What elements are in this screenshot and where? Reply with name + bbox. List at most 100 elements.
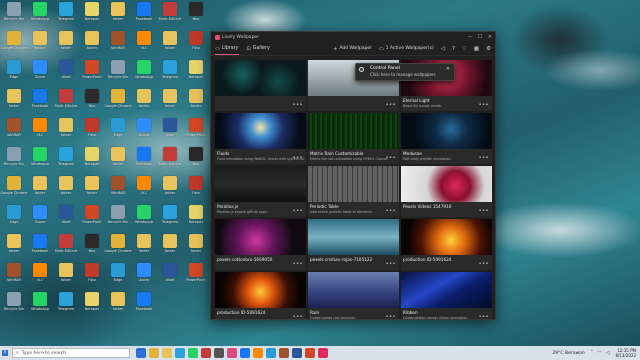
taskbar-app-icon[interactable]	[149, 348, 159, 358]
tray-chevron-icon[interactable]: ˄	[591, 350, 594, 356]
desktop-icon[interactable]: Zoom	[130, 263, 158, 293]
more-options-icon[interactable]: •••	[479, 155, 489, 161]
desktop-icon[interactable]: Google Chrome	[0, 176, 28, 206]
desktop-icon[interactable]: WhatsApp	[130, 60, 158, 90]
desktop-icon[interactable]: folder	[104, 292, 132, 322]
more-options-icon[interactable]: •••	[386, 155, 396, 161]
taskbar-app-icon[interactable]	[253, 348, 263, 358]
desktop-icon[interactable]: WhatsApp	[130, 205, 158, 235]
maximize-button[interactable]: ☐	[475, 34, 485, 40]
desktop-icon[interactable]: Zoom	[26, 205, 54, 235]
wallpaper-tile[interactable]: Matrix Rain Customizable Matrix like rain…	[308, 113, 399, 164]
wallpaper-tile[interactable]: Pexels Videos 1547910 •••	[401, 166, 492, 217]
desktop-icon[interactable]: Facebook	[26, 89, 54, 119]
desktop-icon[interactable]: Notepad	[182, 205, 210, 235]
wallpaper-tile[interactable]: Ribbon Customizable canvas ribbon animati…	[401, 272, 492, 319]
heart-icon[interactable]: ♡	[462, 46, 467, 52]
active-wallpapers-button[interactable]: ▭ 1 Active Wallpaper(s)	[379, 46, 434, 52]
desktop-icon[interactable]: Notepad	[78, 2, 106, 32]
toast-close-icon[interactable]: ✕	[446, 66, 450, 72]
desktop-icon[interactable]: WhatsApp	[26, 292, 54, 322]
desktop-icon[interactable]: Edge	[104, 118, 132, 148]
desktop-icon[interactable]: Telegram	[156, 60, 184, 90]
desktop-icon[interactable]: WinRAR	[104, 176, 132, 206]
desktop-icon[interactable]: Google Chrome	[104, 234, 132, 264]
desktop-icon[interactable]: folder	[26, 176, 54, 206]
tab-library[interactable]: ▭ Library	[215, 42, 239, 56]
desktop-icon[interactable]: Google Chrome	[104, 89, 132, 119]
desktop-icon[interactable]: Google Chrome	[0, 31, 28, 61]
desktop-icon[interactable]: folder	[156, 89, 184, 119]
desktop-icon[interactable]: Edge	[0, 60, 28, 90]
desktop-icon[interactable]: Recycle Bin	[0, 292, 28, 322]
taskbar-app-icon[interactable]	[240, 348, 250, 358]
desktop-icon[interactable]: WhatsApp	[26, 147, 54, 177]
desktop-icon[interactable]: Edge	[104, 263, 132, 293]
desktop-icon[interactable]: Facebook	[26, 234, 54, 264]
desktop-icon[interactable]: folder	[52, 118, 80, 148]
more-options-icon[interactable]: •••	[293, 261, 303, 267]
volume-icon[interactable]: ◁	[441, 46, 445, 52]
desktop-icon[interactable]: Zoom	[26, 60, 54, 90]
window-titlebar[interactable]: Lively Wallpaper — ☐ ✕	[211, 32, 495, 42]
taskbar-app-icon[interactable]	[305, 348, 315, 358]
desktop-icon[interactable]: Foto	[78, 263, 106, 293]
wallpaper-tile[interactable]: Medusae Soft body jellyfish simulation. ••…	[401, 113, 492, 164]
wallpaper-tile[interactable]: Parallax.js Parallax.js engine github pag…	[215, 166, 306, 217]
taskbar-app-icon[interactable]	[201, 348, 211, 358]
clock[interactable]: 12:35 PM 8/13/2022	[615, 348, 636, 358]
taskbar-app-icon[interactable]	[175, 348, 185, 358]
taskbar-app-icon[interactable]	[279, 348, 289, 358]
desktop-icon[interactable]: Nox	[78, 89, 106, 119]
settings-gear-icon[interactable]: ⚙	[486, 46, 491, 52]
taskbar-app-icon[interactable]	[227, 348, 237, 358]
desktop-icon[interactable]: Notepad	[78, 147, 106, 177]
desktop-icon[interactable]: Nox	[182, 147, 210, 177]
desktop-icon[interactable]: folder	[130, 89, 158, 119]
control-panel-toast[interactable]: i Control Panel Click here to manage wal…	[355, 63, 455, 81]
desktop-icon[interactable]: Multi-MDrive	[156, 147, 184, 177]
desktop-icon[interactable]: Word	[156, 118, 184, 148]
desktop-icon[interactable]: Facebook	[130, 2, 158, 32]
network-icon[interactable]: ◠	[597, 350, 601, 356]
speaker-icon[interactable]: ◁	[606, 350, 610, 356]
desktop-icon[interactable]: WhatsApp	[26, 2, 54, 32]
more-options-icon[interactable]: •••	[293, 102, 303, 108]
more-options-icon[interactable]: •••	[386, 102, 396, 108]
desktop-icon[interactable]: PowerPoint	[78, 205, 106, 235]
desktop-icon[interactable]: Word	[52, 205, 80, 235]
more-options-icon[interactable]: •••	[293, 208, 303, 214]
more-options-icon[interactable]: •••	[386, 261, 396, 267]
weather-widget[interactable]: 29°C Berawan	[552, 351, 584, 356]
desktop-icon[interactable]: Multi-MDrive	[52, 89, 80, 119]
desktop-icon[interactable]: folder	[78, 31, 106, 61]
wallpaper-tile[interactable]: •••	[215, 60, 306, 111]
taskbar-search[interactable]: ⌕ Type here to search	[12, 348, 130, 358]
tab-gallery[interactable]: ⊡ Gallery	[247, 42, 270, 56]
desktop-icon[interactable]: Zoom	[130, 118, 158, 148]
desktop-icon[interactable]: Telegram	[156, 205, 184, 235]
more-options-icon[interactable]: •••	[479, 208, 489, 214]
minimize-button[interactable]: —	[465, 34, 475, 40]
more-options-icon[interactable]: •••	[293, 155, 303, 161]
desktop-icon[interactable]: folder	[182, 234, 210, 264]
desktop-icon[interactable]: Recycle Bin	[104, 205, 132, 235]
wallpaper-tile[interactable]: production ID-5091624 •••	[401, 219, 492, 270]
grid-icon[interactable]: ▦	[474, 46, 479, 52]
taskbar-app-icon[interactable]	[266, 348, 276, 358]
desktop-icon[interactable]: VLC	[26, 118, 54, 148]
desktop-icon[interactable]: Word	[156, 263, 184, 293]
desktop-icon[interactable]: Multi-MDrive	[156, 2, 184, 32]
desktop-icon[interactable]: Recycle Bin	[0, 147, 28, 177]
wallpaper-tile[interactable]: production ID-5091624 •••	[215, 272, 306, 319]
desktop-icon[interactable]: Telegram	[52, 147, 80, 177]
desktop-icon[interactable]: PowerPoint	[182, 263, 210, 293]
desktop-icon[interactable]: PowerPoint	[78, 60, 106, 90]
desktop-icon[interactable]: folder	[104, 2, 132, 32]
desktop-icon[interactable]: Facebook	[130, 292, 158, 322]
help-icon[interactable]: ?	[452, 46, 455, 52]
desktop-icon[interactable]: Notepad	[182, 60, 210, 90]
desktop-icon[interactable]: VLC	[130, 176, 158, 206]
desktop-icon[interactable]: Telegram	[52, 2, 80, 32]
more-options-icon[interactable]: •••	[479, 261, 489, 267]
